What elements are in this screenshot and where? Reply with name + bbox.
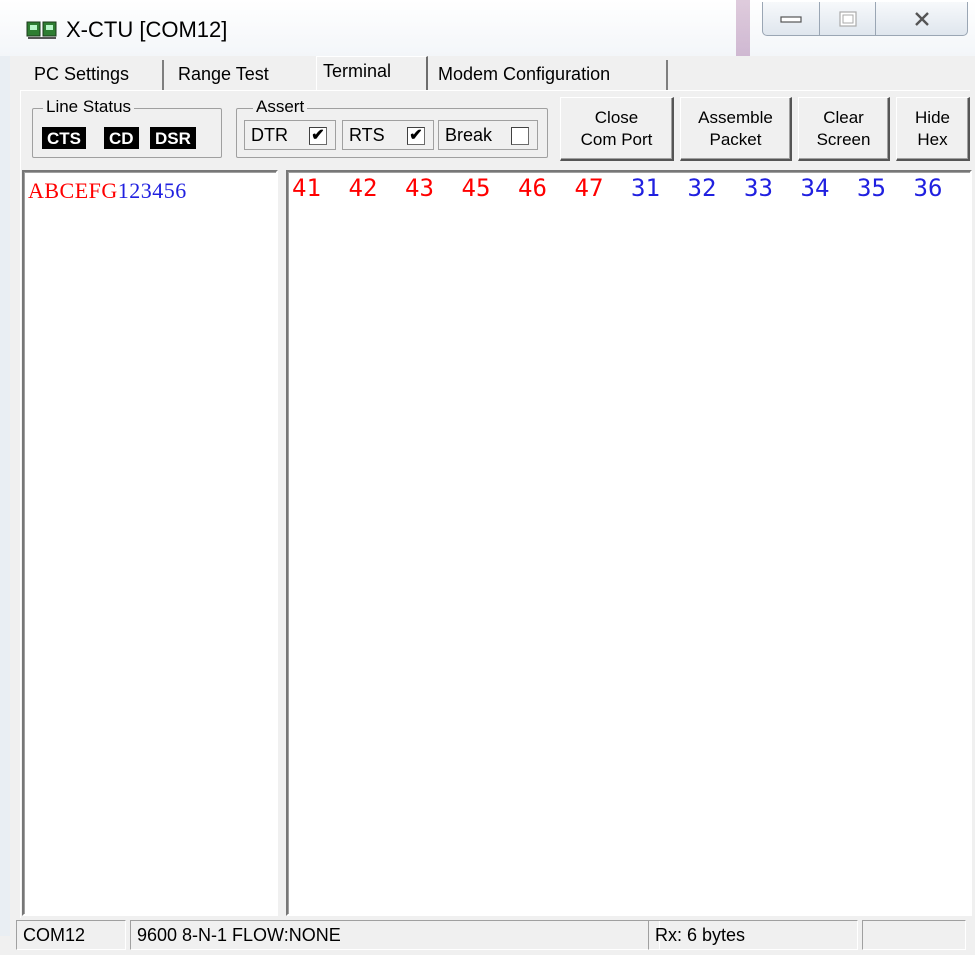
hex-byte-sent: 47 — [574, 174, 604, 202]
maximize-icon — [838, 10, 857, 27]
assemble-packet-line2: Packet — [709, 129, 762, 149]
hex-byte-received: 35 — [857, 174, 886, 202]
hex-byte-sent: 46 — [518, 174, 547, 202]
ascii-line: ABCEFG123456 — [28, 178, 187, 204]
tab-terminal[interactable]: Terminal — [316, 56, 428, 90]
app-icon — [26, 21, 57, 39]
hex-byte-sent: 42 — [348, 174, 378, 202]
status-rx: Rx: 6 bytes — [648, 920, 858, 950]
dtr-checkbox[interactable]: DTR ✔ — [244, 120, 336, 150]
status-port: COM12 — [16, 920, 126, 950]
break-check-icon — [511, 127, 529, 145]
hide-hex-button[interactable]: Hide Hex — [896, 97, 970, 161]
status-extra — [862, 920, 966, 950]
caption-buttons — [762, 2, 968, 36]
minimize-button[interactable] — [762, 2, 820, 36]
close-com-port-line1: Close — [594, 107, 639, 127]
status-settings: 9600 8-N-1 FLOW:NONE — [130, 920, 660, 950]
close-icon — [914, 11, 929, 26]
tab-pc-settings[interactable]: PC Settings — [28, 60, 164, 90]
assemble-packet-line1: Assemble — [698, 107, 773, 127]
hex-byte-sent: 41 — [292, 174, 321, 202]
clear-screen-line2: Screen — [816, 129, 871, 149]
title-accent — [736, 0, 750, 56]
hex-byte-sent: 45 — [461, 174, 491, 202]
hex-byte-received: 31 — [631, 174, 660, 202]
assemble-packet-button[interactable]: Assemble Packet — [680, 97, 792, 161]
cd-indicator: CD — [104, 127, 139, 149]
app-window: X-CTU [COM12] PC Settings Range Test Ter… — [0, 0, 975, 955]
ascii-received-text: 123456 — [117, 178, 187, 203]
rts-check-icon: ✔ — [407, 127, 425, 145]
cts-indicator: CTS — [42, 127, 86, 149]
status-bar: COM12 9600 8-N-1 FLOW:NONE Rx: 6 bytes — [16, 920, 971, 952]
maximize-button[interactable] — [820, 2, 876, 36]
ascii-sent-text: ABCEFG — [28, 178, 118, 203]
hex-terminal-pane[interactable]: 41 42 43 45 46 47 31 32 33 34 35 36 — [286, 170, 972, 916]
hide-hex-line2: Hex — [917, 129, 948, 149]
dtr-label: DTR — [251, 125, 288, 145]
dtr-check-icon: ✔ — [309, 127, 327, 145]
hex-byte-received: 33 — [744, 174, 773, 202]
desktop-edge — [0, 56, 10, 936]
title-bar: X-CTU [COM12] — [0, 0, 975, 56]
assert-label: Assert — [253, 97, 308, 117]
break-label: Break — [445, 125, 493, 145]
line-status-label: Line Status — [43, 97, 135, 117]
hex-byte-sent: 43 — [405, 174, 434, 202]
close-window-button[interactable] — [876, 2, 968, 36]
close-com-port-button[interactable]: Close Com Port — [560, 97, 674, 161]
rts-label: RTS — [349, 125, 385, 145]
minimize-icon — [780, 15, 802, 23]
dsr-indicator: DSR — [150, 127, 196, 149]
hex-byte-received: 32 — [687, 174, 717, 202]
hide-hex-line1: Hide — [915, 107, 950, 127]
tab-modem-configuration[interactable]: Modem Configuration — [432, 60, 668, 90]
close-com-port-line2: Com Port — [580, 129, 653, 149]
clear-screen-button[interactable]: Clear Screen — [798, 97, 890, 161]
clear-screen-line1: Clear — [823, 107, 864, 127]
hex-byte-received: 34 — [800, 174, 830, 202]
hex-byte-received: 36 — [913, 174, 943, 202]
break-checkbox[interactable]: Break — [438, 120, 538, 150]
rts-checkbox[interactable]: RTS ✔ — [342, 120, 434, 150]
window-title: X-CTU [COM12] — [66, 17, 228, 42]
ascii-terminal-pane[interactable]: ABCEFG123456 — [22, 170, 278, 916]
tab-range-test[interactable]: Range Test — [172, 60, 330, 90]
